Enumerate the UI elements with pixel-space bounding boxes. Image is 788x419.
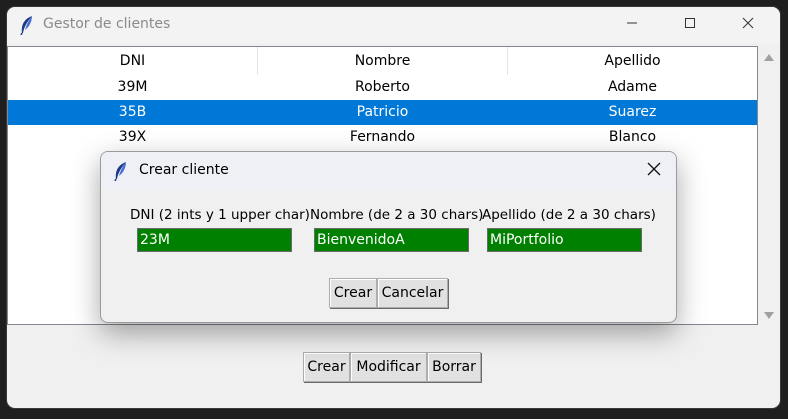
apellido-label: Apellido (de 2 a 30 chars) (482, 207, 656, 223)
crear-cliente-dialog: Crear cliente DNI (2 ints y 1 upper char… (100, 151, 677, 323)
cell-dni: 35B (118, 104, 147, 120)
cell-dni: 39X (118, 129, 147, 145)
close-icon (742, 17, 754, 33)
dialog-title-bar: Crear cliente (101, 152, 676, 190)
scroll-down-arrow-icon[interactable] (764, 312, 774, 319)
minimize-icon (626, 17, 638, 33)
maximize-button[interactable] (667, 7, 713, 43)
scroll-up-arrow-icon[interactable] (764, 54, 774, 61)
dialog-cancelar-button[interactable]: Cancelar (377, 278, 448, 308)
dialog-crear-button[interactable]: Crear (329, 278, 377, 308)
modificar-button[interactable]: Modificar (350, 352, 427, 382)
nombre-field[interactable] (314, 228, 469, 252)
column-header-nombre[interactable]: Nombre (258, 47, 508, 75)
cell-nombre: Fernando (349, 129, 416, 145)
minimize-button[interactable] (609, 7, 655, 43)
close-button[interactable] (725, 7, 771, 43)
cell-apellido: Suarez (608, 104, 657, 120)
cell-dni: 39M (117, 79, 148, 95)
column-header-dni[interactable]: DNI (8, 47, 258, 75)
feather-icon (113, 161, 129, 185)
cell-nombre: Roberto (355, 79, 410, 95)
cell-nombre: Patricio (356, 104, 409, 120)
dni-label: DNI (2 ints y 1 upper char) (130, 207, 310, 223)
vertical-scrollbar[interactable] (759, 46, 780, 325)
close-icon (647, 162, 661, 180)
maximize-icon (684, 17, 696, 33)
apellido-field[interactable] (487, 228, 642, 252)
borrar-button[interactable]: Borrar (427, 352, 481, 382)
dialog-title: Crear cliente (139, 162, 229, 178)
crear-button[interactable]: Crear (303, 352, 350, 382)
nombre-label: Nombre (de 2 a 30 chars) (310, 207, 484, 223)
dialog-close-button[interactable] (631, 152, 676, 190)
cell-apellido: Adame (607, 79, 658, 95)
dni-field[interactable] (137, 228, 292, 252)
column-header-apellido[interactable]: Apellido (508, 47, 757, 75)
table-row[interactable]: 39M Roberto Adame (8, 75, 757, 100)
table-row[interactable]: 39X Fernando Blanco (8, 125, 757, 150)
title-bar: Gestor de clientes (7, 7, 780, 43)
table-header: DNI Nombre Apellido (8, 47, 757, 75)
feather-icon (19, 15, 35, 39)
table-row-selected[interactable]: 35B Patricio Suarez (8, 100, 757, 125)
cell-apellido: Blanco (608, 129, 657, 145)
window-title: Gestor de clientes (43, 16, 171, 32)
